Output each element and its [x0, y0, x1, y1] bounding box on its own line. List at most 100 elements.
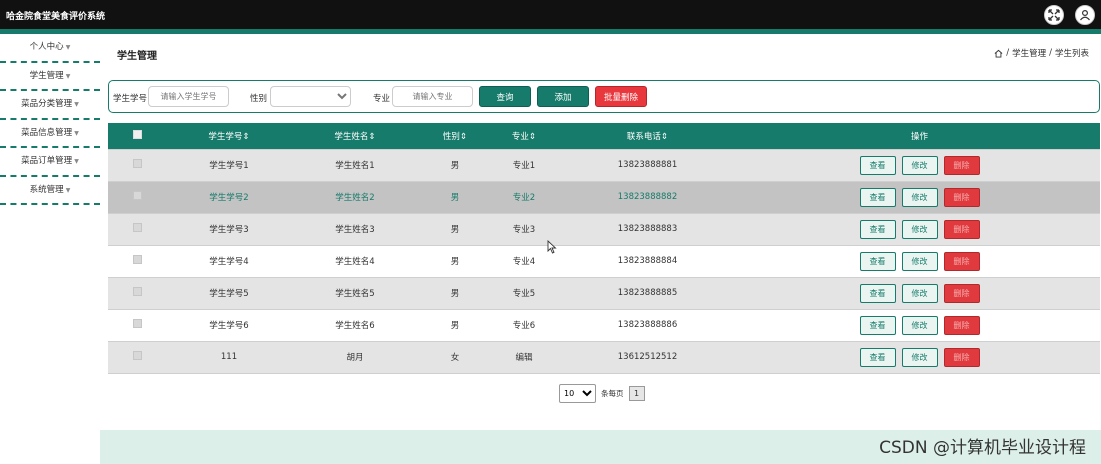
cell-phone: 13823888883	[556, 213, 739, 245]
row-checkbox[interactable]	[132, 255, 142, 264]
table-row[interactable]: 111 胡月 女 编辑 13612512512 查看 修改 删除	[108, 341, 1100, 373]
page-size-select[interactable]: 10	[559, 384, 596, 403]
row-checkbox-cell	[108, 181, 166, 213]
row-checkbox[interactable]	[132, 159, 142, 168]
cell-actions: 查看 修改 删除	[739, 245, 1100, 277]
edit-button[interactable]: 修改	[901, 283, 938, 303]
select-all-checkbox[interactable]	[132, 129, 142, 139]
cell-student-name: 学生姓名1	[292, 149, 418, 181]
breadcrumb-level1[interactable]: 学生管理	[1012, 47, 1046, 59]
view-button[interactable]: 查看	[859, 315, 896, 335]
row-actions: 查看 修改 删除	[739, 283, 1100, 303]
view-button[interactable]: 查看	[859, 283, 896, 303]
edit-button[interactable]: 修改	[901, 347, 938, 367]
column-header-student-name[interactable]: 学生姓名⇕	[292, 123, 418, 149]
batch-delete-button[interactable]: 批量删除	[595, 86, 647, 107]
row-checkbox[interactable]	[132, 319, 142, 328]
cell-student-no: 学生学号5	[166, 277, 292, 309]
pagination: 10 条每页 1	[559, 384, 645, 403]
cell-phone: 13823888885	[556, 277, 739, 309]
cell-major: 专业6	[492, 309, 556, 341]
row-checkbox-cell	[108, 149, 166, 181]
breadcrumb-separator: /	[1049, 48, 1052, 58]
student-table: 学生学号⇕ 学生姓名⇕ 性别⇕ 专业⇕ 联系电话⇕ 操作 学生学号1 学生姓名1…	[108, 123, 1100, 374]
cell-phone: 13823888881	[556, 149, 739, 181]
row-actions: 查看 修改 删除	[739, 251, 1100, 271]
delete-button[interactable]: 删除	[943, 155, 980, 175]
home-icon[interactable]	[994, 49, 1003, 58]
gender-label: 性别	[250, 94, 268, 104]
table-row[interactable]: 学生学号3 学生姓名3 男 专业3 13823888883 查看 修改 删除	[108, 213, 1100, 245]
view-button[interactable]: 查看	[859, 187, 896, 207]
cell-gender: 男	[418, 309, 492, 341]
column-header-student-no[interactable]: 学生学号⇕	[166, 123, 292, 149]
cell-phone: 13823888884	[556, 245, 739, 277]
sidebar-item-label: 菜品订单管理	[21, 156, 73, 166]
top-bar: 哈金院食堂美食评价系统	[0, 0, 1101, 29]
column-header-phone[interactable]: 联系电话⇕	[556, 123, 739, 149]
table-row[interactable]: 学生学号6 学生姓名6 男 专业6 13823888886 查看 修改 删除	[108, 309, 1100, 341]
table-row[interactable]: 学生学号2 学生姓名2 男 专业2 13823888882 查看 修改 删除	[108, 181, 1100, 213]
sidebar-item-system[interactable]: 系统管理 ▼	[0, 177, 100, 205]
page-title: 学生管理	[117, 51, 157, 62]
table-row[interactable]: 学生学号5 学生姓名5 男 专业5 13823888885 查看 修改 删除	[108, 277, 1100, 309]
query-button[interactable]: 查询	[479, 86, 531, 107]
caret-down-icon: ▼	[65, 44, 71, 51]
sidebar: 个人中心 ▼ 学生管理 ▼ 菜品分类管理 ▼ 菜品信息管理 ▼ 菜品订单管理 ▼ 系统管理…	[0, 34, 100, 464]
sidebar-item-personal-center[interactable]: 个人中心 ▼	[0, 34, 100, 63]
sidebar-item-dish-info[interactable]: 菜品信息管理 ▼	[0, 120, 100, 148]
row-checkbox[interactable]	[132, 223, 142, 232]
edit-button[interactable]: 修改	[901, 315, 938, 335]
edit-button[interactable]: 修改	[901, 219, 938, 239]
view-button[interactable]: 查看	[859, 347, 896, 367]
cell-student-name: 胡月	[292, 341, 418, 373]
edit-button[interactable]: 修改	[901, 155, 938, 175]
column-header-actions: 操作	[739, 123, 1100, 149]
student-no-input[interactable]	[148, 86, 229, 107]
view-button[interactable]: 查看	[859, 155, 896, 175]
sidebar-item-dish-category[interactable]: 菜品分类管理 ▼	[0, 91, 100, 120]
table-row[interactable]: 学生学号4 学生姓名4 男 专业4 13823888884 查看 修改 删除	[108, 245, 1100, 277]
table-header-row: 学生学号⇕ 学生姓名⇕ 性别⇕ 专业⇕ 联系电话⇕ 操作	[108, 123, 1100, 149]
edit-button[interactable]: 修改	[901, 251, 938, 271]
delete-button[interactable]: 删除	[943, 187, 980, 207]
column-header-gender[interactable]: 性别⇕	[418, 123, 492, 149]
delete-button[interactable]: 删除	[943, 219, 980, 239]
user-glyph	[1080, 9, 1090, 21]
cell-actions: 查看 修改 删除	[739, 149, 1100, 181]
breadcrumb-level2: 学生列表	[1054, 49, 1089, 59]
major-input[interactable]	[392, 86, 473, 107]
page-number-button[interactable]: 1	[628, 386, 645, 401]
sidebar-item-dish-orders[interactable]: 菜品订单管理 ▼	[0, 148, 100, 177]
delete-button[interactable]: 删除	[943, 315, 980, 335]
view-button[interactable]: 查看	[859, 219, 896, 239]
row-checkbox[interactable]	[132, 191, 142, 200]
sidebar-item-student-management[interactable]: 学生管理 ▼	[0, 63, 100, 91]
sort-icon: ⇕	[459, 131, 468, 142]
sidebar-item-label: 菜品分类管理	[21, 99, 73, 109]
caret-down-icon: ▼	[74, 129, 79, 137]
delete-button[interactable]: 删除	[943, 251, 980, 271]
fullscreen-icon[interactable]	[1044, 5, 1064, 25]
view-button[interactable]: 查看	[859, 251, 896, 271]
sidebar-item-label: 学生管理	[29, 70, 64, 81]
user-icon[interactable]	[1075, 5, 1095, 25]
delete-button[interactable]: 删除	[943, 283, 980, 303]
gender-select[interactable]	[270, 86, 351, 107]
row-actions: 查看 修改 删除	[739, 347, 1100, 367]
row-checkbox[interactable]	[132, 351, 142, 360]
breadcrumb-separator: /	[1006, 48, 1010, 58]
fullscreen-glyph	[1048, 9, 1060, 21]
cell-phone: 13612512512	[556, 341, 739, 373]
add-button[interactable]: 添加	[537, 86, 589, 107]
column-header-major[interactable]: 专业⇕	[492, 123, 556, 149]
column-header-label: 学生姓名	[334, 131, 369, 142]
edit-button[interactable]: 修改	[901, 187, 938, 207]
row-actions: 查看 修改 删除	[739, 219, 1100, 239]
cell-student-no: 学生学号3	[166, 213, 292, 245]
table-row[interactable]: 学生学号1 学生姓名1 男 专业1 13823888881 查看 修改 删除	[108, 149, 1100, 181]
cell-student-no: 学生学号1	[166, 149, 292, 181]
app-title: 哈金院食堂美食评价系统	[6, 12, 106, 22]
row-checkbox[interactable]	[132, 287, 142, 296]
delete-button[interactable]: 删除	[943, 347, 980, 367]
